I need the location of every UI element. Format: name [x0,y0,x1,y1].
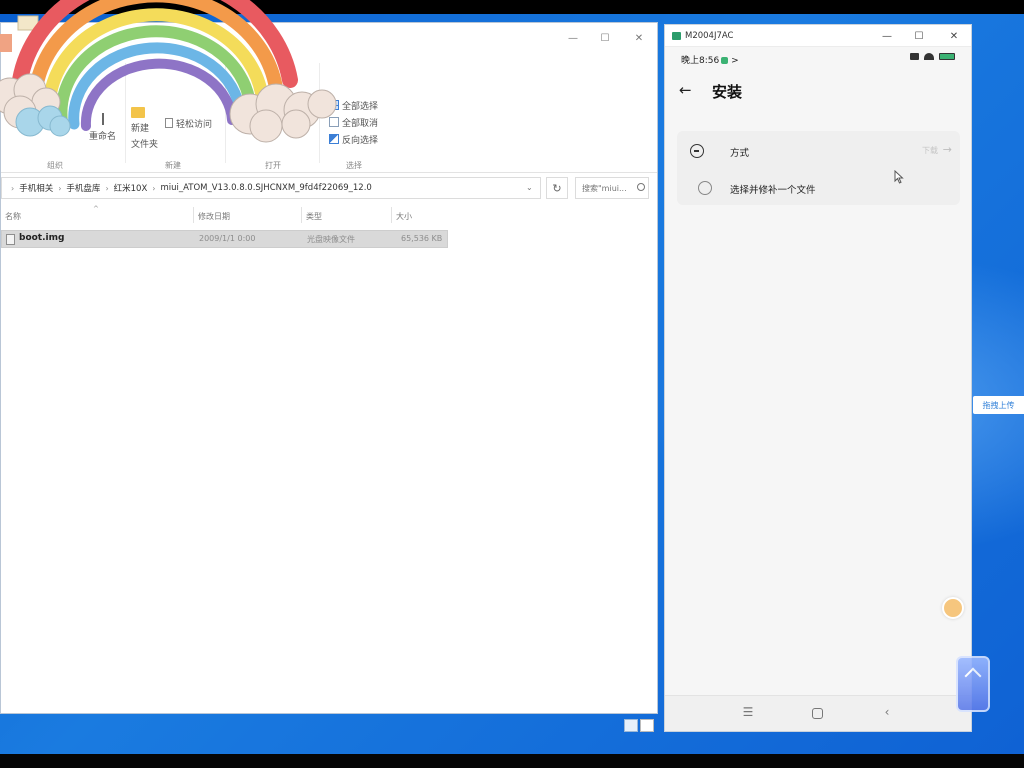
file-size: 65,536 KB [401,234,443,243]
phone-nav-bar: ☰ ‹ [665,695,971,731]
sort-caret-icon: ^ [93,205,99,213]
address-bar[interactable]: › 手机相关 › 手机盘库 › 红米10X › miui_ATOM_V13.0.… [1,177,541,199]
search-icon [637,183,645,191]
column-header-type[interactable]: 类型 [306,211,322,222]
refresh-icon: ↻ [552,181,562,195]
arrow-up-icon [964,667,982,685]
file-list-header: ^ 名称 修改日期 类型 大小 [1,203,451,227]
chevron-down-icon[interactable]: ⌄ [526,183,533,192]
view-toggle [622,719,654,733]
column-header-date[interactable]: 修改日期 [198,211,230,222]
breadcrumb-separator: › [105,183,109,193]
rainbow-sticker [0,0,337,143]
table-row[interactable]: boot.img 2009/1/1 0:00 光盘映像文件 65,536 KB [1,230,448,248]
alarm-icon [910,53,919,60]
drag-upload-tab[interactable]: 拖拽上传 [973,396,1024,414]
status-more-indicator: > [731,56,739,66]
explorer-maximize-button[interactable]: ☐ [595,29,615,47]
explorer-minimize-button[interactable]: — [563,29,583,47]
option-method-action: 下载 [922,146,938,155]
file-date: 2009/1/1 0:00 [199,234,256,243]
refresh-button[interactable]: ↻ [546,177,568,199]
option-select-patch-file-label: 选择并修补一个文件 [730,185,816,196]
column-header-size[interactable]: 大小 [396,211,412,222]
wifi-icon [924,53,934,60]
option-method[interactable]: 方式 下载 → [677,135,960,167]
phone-maximize-button[interactable]: ☐ [911,28,927,44]
page-title: 安装 [712,83,743,101]
app-icon [672,32,681,40]
radio-button[interactable] [698,181,712,195]
breadcrumb-item[interactable]: 红米10X [114,182,148,194]
details-view-button[interactable] [624,719,638,732]
invert-selection-label: 反向选择 [342,136,379,146]
option-select-patch-file[interactable]: 选择并修补一个文件 [677,172,960,204]
breadcrumb-separator: › [58,183,62,193]
phone-close-button[interactable]: ✕ [946,28,962,44]
floating-widget[interactable] [956,656,990,712]
large-icons-view-button[interactable] [640,719,654,732]
phone-minimize-button[interactable]: — [879,28,895,44]
breadcrumb-item[interactable]: 手机相关 [19,182,53,194]
breadcrumb-separator: › [152,183,156,193]
breadcrumb-separator: › [11,183,15,193]
back-arrow-icon[interactable]: ← [679,81,692,99]
file-name: boot.img [19,233,65,243]
group-new-label: 新建 [165,161,181,170]
select-all-label: 全部选择 [342,102,379,112]
status-time: 晚上8:56 > [681,53,739,66]
home-icon[interactable] [812,708,823,719]
mouse-cursor-icon [894,170,904,184]
explorer-close-button[interactable]: ✕ [629,29,649,47]
status-time-text: 晚上8:56 [681,56,720,66]
column-divider[interactable] [193,207,194,223]
menu-icon[interactable]: ☰ [740,705,756,721]
floating-action-button[interactable] [942,597,964,619]
option-method-label: 方式 [730,148,750,159]
group-open-label: 打开 [265,161,281,170]
install-options-card: 方式 下载 → 选择并修补一个文件 [677,131,960,205]
minus-circle-icon [690,144,704,158]
bottom-strip [0,754,1024,768]
status-icons [910,53,955,60]
column-divider[interactable] [301,207,302,223]
breadcrumb-item[interactable]: miui_ATOM_V13.0.8.0.SJHCNXM_9fd4f22069_1… [160,183,371,193]
battery-icon [939,53,955,60]
notification-icon [721,57,729,64]
phone-titlebar: M2004J7AC — ☐ ✕ [665,25,971,47]
group-select-label: 选择 [346,161,362,170]
file-icon [6,234,15,245]
column-divider[interactable] [391,207,392,223]
arrow-right-icon: → [942,143,952,156]
breadcrumb-item[interactable]: 手机盘库 [66,182,100,194]
phone-mirror-window: M2004J7AC — ☐ ✕ 晚上8:56 > ← 安装 方式 下载 → 选择… [664,24,972,732]
column-header-name[interactable]: 名称 [5,211,21,222]
select-none-label: 全部取消 [342,119,379,129]
phone-status-bar: 晚上8:56 > [665,47,971,69]
group-organize-label: 组织 [47,161,63,170]
phone-window-title: M2004J7AC [685,31,734,41]
file-type: 光盘映像文件 [307,235,355,244]
back-nav-icon[interactable]: ‹ [879,705,895,721]
